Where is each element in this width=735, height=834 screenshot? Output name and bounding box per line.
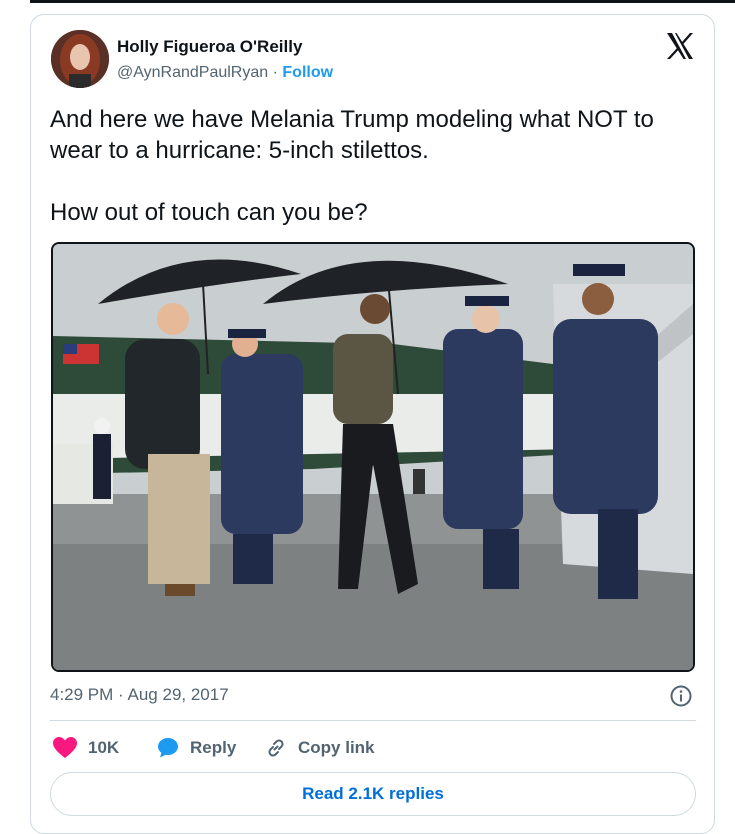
avatar[interactable] bbox=[51, 30, 109, 88]
author-name[interactable]: Holly Figueroa O'Reilly bbox=[117, 37, 302, 57]
x-logo-icon[interactable] bbox=[664, 30, 696, 62]
divider bbox=[50, 720, 696, 721]
reply-button[interactable]: Reply bbox=[156, 734, 236, 762]
top-divider bbox=[30, 0, 735, 3]
tweet-text: And here we have Melania Trump modeling … bbox=[50, 106, 654, 226]
like-count: 10K bbox=[88, 738, 120, 757]
heart-icon bbox=[53, 737, 77, 758]
tweet-photo[interactable] bbox=[51, 242, 695, 672]
timestamp-separator: · bbox=[118, 685, 124, 704]
info-icon[interactable] bbox=[669, 684, 693, 708]
tweet-timestamp[interactable]: 4:29 PM · Aug 29, 2017 bbox=[50, 685, 229, 705]
link-icon bbox=[268, 739, 284, 757]
read-replies-button[interactable]: Read 2.1K replies bbox=[50, 772, 696, 816]
handle-separator: · bbox=[272, 64, 278, 81]
like-button[interactable]: 10K bbox=[52, 734, 119, 762]
avatar-image bbox=[51, 30, 109, 88]
speech-bubble-icon bbox=[158, 738, 178, 758]
tweet-photo-image bbox=[53, 244, 693, 670]
follow-button[interactable]: Follow bbox=[282, 64, 333, 81]
reply-label: Reply bbox=[190, 738, 237, 757]
copy-link-button[interactable]: Copy link bbox=[264, 734, 375, 762]
copy-link-label: Copy link bbox=[298, 738, 375, 757]
tweet-time: 4:29 PM bbox=[50, 685, 114, 704]
tweet-date: Aug 29, 2017 bbox=[127, 685, 229, 704]
author-handle-row: @AynRandPaulRyan · Follow bbox=[117, 64, 333, 82]
author-handle[interactable]: @AynRandPaulRyan bbox=[117, 64, 268, 81]
